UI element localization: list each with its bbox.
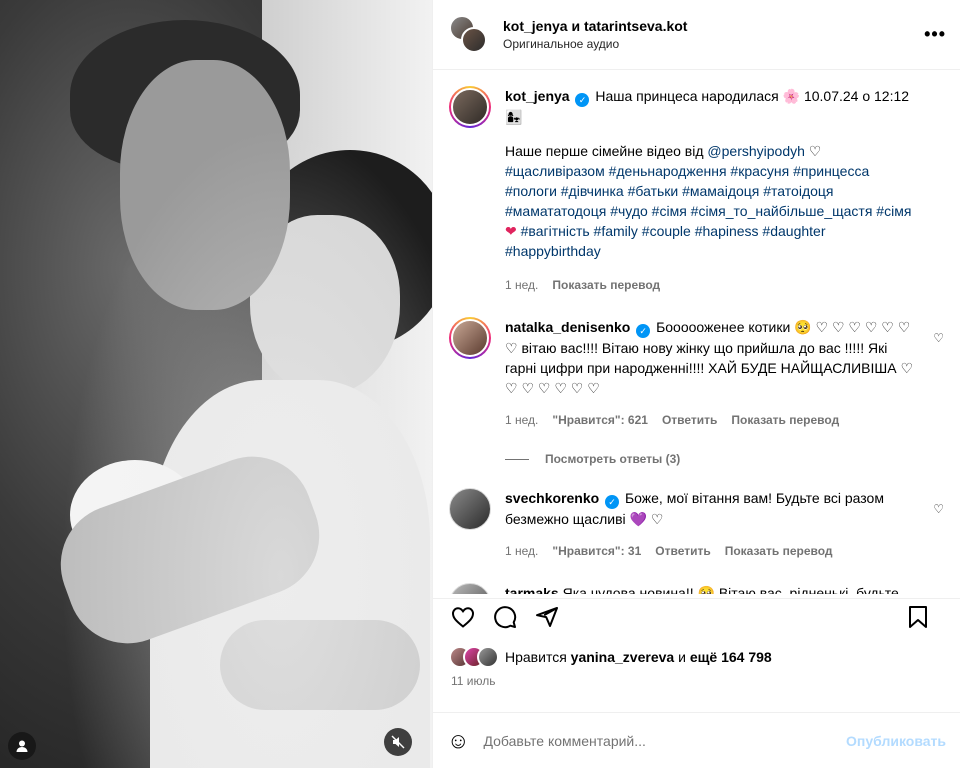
timestamp[interactable]: 1 нед. (505, 410, 538, 430)
likes-count[interactable]: "Нравится": 621 (552, 410, 648, 430)
translate-link[interactable]: Показать перевод (731, 410, 839, 430)
verified-icon: ✓ (605, 495, 620, 509)
more-icon[interactable]: ••• (924, 24, 946, 45)
timestamp[interactable]: 1 нед. (505, 275, 538, 295)
comment-meta: 1 нед. "Нравится": 621 Ответить Показать… (505, 410, 918, 430)
comment-like-icon[interactable]: ♡ (933, 331, 944, 345)
username[interactable]: svechkorenko (505, 490, 599, 506)
likes-prefix: Нравится (505, 649, 571, 665)
avatar[interactable] (449, 488, 491, 530)
share-icon[interactable] (533, 603, 561, 631)
action-bar (433, 598, 960, 634)
mute-icon[interactable] (384, 728, 412, 756)
like-icon[interactable] (449, 603, 477, 631)
likes-text: Нравится yanina_zvereva и ещё 164 798 (505, 649, 772, 665)
avatar[interactable] (449, 583, 491, 594)
username[interactable]: natalka_denisenko (505, 319, 630, 335)
view-replies-button[interactable]: Посмотреть ответы (3) (505, 452, 944, 466)
comment-input[interactable] (483, 732, 847, 749)
audio-label[interactable]: Оригинальное аудио (503, 37, 687, 51)
post-sidebar: kot_jenya и tatarintseva.kot Оригинально… (432, 0, 960, 768)
username[interactable]: kot_jenya (505, 88, 570, 104)
emoji-icon[interactable]: ☺ (447, 728, 469, 754)
likes-summary[interactable]: Нравится yanina_zvereva и ещё 164 798 (433, 634, 960, 668)
reply-button[interactable]: Ответить (655, 541, 710, 561)
comment-icon[interactable] (491, 603, 519, 631)
comment-body: natalka_denisenko ✓ Боооооженее котики 🥺… (505, 317, 944, 430)
timestamp[interactable]: 1 нед. (505, 541, 538, 561)
liker-username[interactable]: yanina_zvereva (571, 649, 675, 665)
username[interactable]: tarmaks (505, 585, 559, 594)
comment: natalka_denisenko ✓ Боооооженее котики 🥺… (449, 317, 944, 430)
user-tag-icon[interactable] (8, 732, 36, 760)
view-replies-label[interactable]: Посмотреть ответы (3) (545, 452, 680, 466)
avatar (477, 646, 499, 668)
caption-body: kot_jenya ✓ Наша принцеса народилася 🌸 1… (505, 86, 944, 295)
reply-button[interactable]: Ответить (662, 410, 717, 430)
comment-composer: ☺ Опубликовать (433, 712, 960, 768)
save-icon[interactable] (904, 603, 932, 631)
comment: svechkorenko ✓ Боже, мої вітання вам! Бу… (449, 488, 944, 561)
translate-link[interactable]: Показать перевод (725, 541, 833, 561)
comments-list[interactable]: kot_jenya ✓ Наша принцеса народилася 🌸 1… (433, 70, 960, 594)
mention-link[interactable]: @pershyipodyh (707, 143, 805, 159)
hashtags[interactable]: #вагітність #family #couple #hapiness #d… (505, 223, 825, 259)
caption-body-text: Наше перше сімейне відео від (505, 143, 708, 159)
post-dialog: kot_jenya и tatarintseva.kot Оригинально… (0, 0, 960, 768)
caption-meta: 1 нед. Показать перевод (505, 275, 918, 295)
comment-text: Яка чудова новина!! 🥺 Вітаю вас, ріднень… (562, 585, 899, 594)
translate-link[interactable]: Показать перевод (552, 275, 660, 295)
avatar[interactable] (449, 317, 491, 359)
collab-avatars[interactable] (449, 14, 489, 55)
post-comment-button[interactable]: Опубликовать (846, 733, 946, 749)
verified-icon: ✓ (636, 324, 651, 338)
author-block: kot_jenya и tatarintseva.kot Оригинально… (503, 18, 687, 51)
comment-like-icon[interactable]: ♡ (933, 502, 944, 516)
video-light (0, 0, 432, 768)
avatar[interactable] (461, 26, 487, 53)
post-video[interactable] (0, 0, 432, 768)
author-names[interactable]: kot_jenya и tatarintseva.kot (503, 18, 687, 34)
post-header: kot_jenya и tatarintseva.kot Оригинально… (433, 0, 960, 70)
comment-body: svechkorenko ✓ Боже, мої вітання вам! Бу… (505, 488, 944, 561)
caption-text: Наше перше сімейне відео від @pershyipod… (505, 143, 912, 259)
verified-icon: ✓ (575, 93, 590, 107)
likes-count[interactable]: "Нравится": 31 (552, 541, 641, 561)
avatar[interactable] (449, 86, 491, 128)
post-date[interactable]: 11 июль (433, 668, 960, 688)
caption: kot_jenya ✓ Наша принцеса народилася 🌸 1… (449, 86, 944, 295)
heart-emoji: ❤ (505, 223, 517, 239)
likes-count[interactable]: ещё 164 798 (690, 649, 772, 665)
comment: tarmaks Яка чудова новина!! 🥺 Вітаю вас,… (449, 583, 944, 594)
hashtags[interactable]: #щасливіразом #деньнародження #красуня #… (505, 163, 911, 219)
comment-body: tarmaks Яка чудова новина!! 🥺 Вітаю вас,… (505, 583, 944, 594)
likes-conjunction: и (674, 649, 690, 665)
comment-meta: 1 нед. "Нравится": 31 Ответить Показать … (505, 541, 918, 561)
divider (505, 458, 529, 460)
